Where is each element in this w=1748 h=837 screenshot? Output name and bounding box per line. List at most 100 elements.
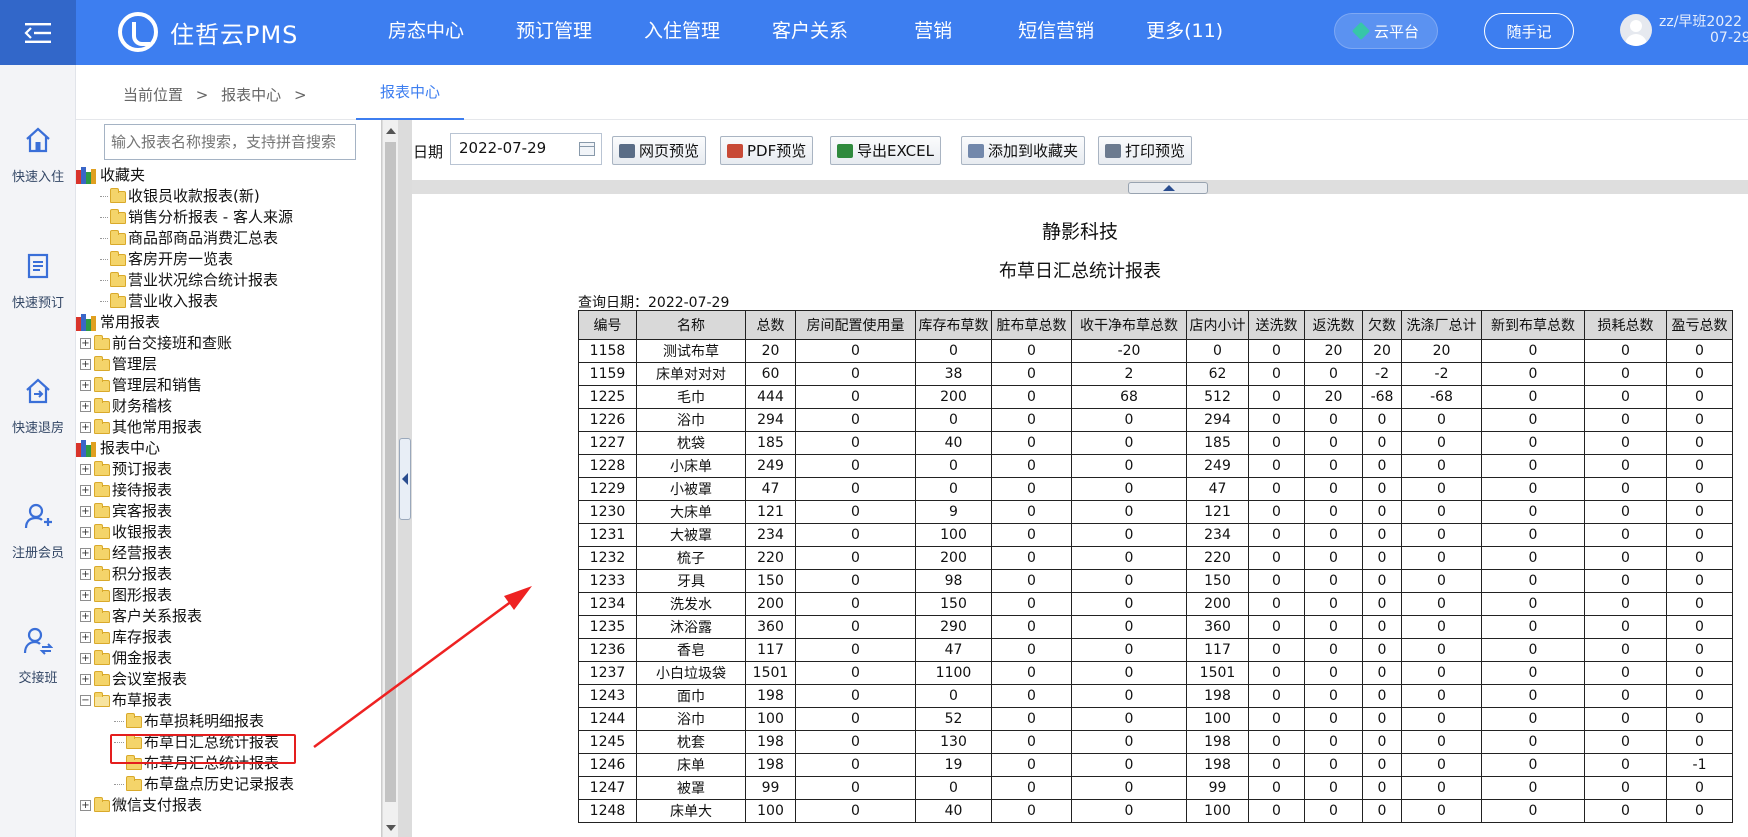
menu-toggle-button[interactable]	[0, 0, 76, 65]
tree-center-group[interactable]: + 预订报表	[80, 459, 172, 480]
expand-node-icon[interactable]: +	[80, 611, 91, 622]
tree-scrollbar[interactable]	[382, 120, 398, 837]
expand-node-icon[interactable]: +	[80, 464, 91, 475]
shift-handover-button[interactable]: 交接班	[0, 621, 76, 686]
quick-checkin-button[interactable]: 快速入住	[0, 120, 76, 185]
table-cell: 0	[795, 730, 916, 754]
scroll-down-icon[interactable]	[386, 825, 396, 831]
pdf-preview-button[interactable]: PDF预览	[720, 136, 814, 165]
tree-linen-item[interactable]: 布草盘点历史记录报表	[114, 774, 294, 795]
tree-center-group[interactable]: + 宾客报表	[80, 501, 172, 522]
tree-root-favorites[interactable]: 收藏夹	[76, 165, 145, 186]
nav-reservation[interactable]: 预订管理	[496, 0, 612, 65]
tree-favorite-item[interactable]: 营业收入报表	[100, 291, 218, 312]
tree-favorite-item[interactable]: 营业状况综合统计报表	[100, 270, 278, 291]
tree-center-group[interactable]: + 会议室报表	[80, 669, 187, 690]
expand-node-icon[interactable]: +	[80, 401, 91, 412]
table-cell: 浴巾	[636, 408, 746, 432]
top-bar: 住哲云PMS 房态中心 预订管理 入住管理 客户关系 营销 短信营销 更多(11…	[0, 0, 1748, 65]
table-row: 1233 牙具 150 0 98 0 0 150 0 0 0 0 0 0 0	[578, 569, 1733, 593]
calendar-icon[interactable]	[579, 142, 595, 156]
tree-favorite-item[interactable]: 收银员收款报表(新)	[100, 186, 260, 207]
avatar[interactable]	[1620, 14, 1652, 46]
collapse-up-icon[interactable]	[1128, 182, 1208, 194]
browser-icon	[619, 143, 635, 158]
export-excel-button[interactable]: 导出EXCEL	[830, 136, 941, 165]
expand-node-icon[interactable]: +	[80, 338, 91, 349]
expand-node-icon[interactable]: +	[80, 590, 91, 601]
table-cell: 0	[1304, 753, 1363, 777]
expand-node-icon[interactable]: +	[80, 800, 91, 811]
quick-checkout-button[interactable]: 快速退房	[0, 371, 76, 436]
table-cell: 0	[1401, 592, 1482, 616]
brand-logo[interactable]: 住哲云PMS	[118, 11, 298, 53]
expand-node-icon[interactable]: +	[80, 422, 91, 433]
expand-node-icon[interactable]: +	[80, 569, 91, 580]
nav-more[interactable]: 更多(11)	[1126, 0, 1243, 65]
tree-center-group[interactable]: + 微信支付报表	[80, 795, 202, 816]
tree-center-group[interactable]: + 接待报表	[80, 480, 172, 501]
nav-marketing[interactable]: 营销	[894, 0, 972, 65]
table-cell: 1225	[578, 385, 637, 409]
add-favorite-button[interactable]: 添加到收藏夹	[961, 136, 1086, 165]
nav-room-status[interactable]: 房态中心	[368, 0, 484, 65]
table-cell: 68	[1071, 385, 1187, 409]
expand-node-icon[interactable]: +	[80, 485, 91, 496]
tree-root-report-center[interactable]: 报表中心	[76, 438, 160, 459]
expand-node-icon[interactable]: +	[80, 632, 91, 643]
panel-splitter[interactable]	[398, 120, 412, 837]
tab-report-center[interactable]: 报表中心	[356, 65, 464, 120]
table-cell: 0	[1071, 799, 1187, 823]
quick-note-button[interactable]: 随手记	[1484, 13, 1574, 49]
user-shift[interactable]: zz/早班2022	[1659, 11, 1742, 31]
tree-group-label: 图形报表	[112, 586, 173, 604]
column-header: 损耗总数	[1584, 310, 1667, 340]
tree-root-common[interactable]: 常用报表	[76, 312, 160, 333]
tree-common-group[interactable]: + 管理层和销售	[80, 375, 202, 396]
expand-node-icon[interactable]: +	[80, 527, 91, 538]
expand-node-icon[interactable]: +	[80, 548, 91, 559]
scroll-up-icon[interactable]	[386, 128, 396, 134]
nav-sms[interactable]: 短信营销	[998, 0, 1114, 65]
tree-common-group[interactable]: + 财务稽核	[80, 396, 172, 417]
tree-common-group[interactable]: + 管理层	[80, 354, 157, 375]
expand-node-icon[interactable]: +	[80, 653, 91, 664]
table-cell: 0	[1304, 546, 1363, 570]
table-cell: 0	[1584, 454, 1667, 478]
tree-linen-group[interactable]: − 布草报表	[80, 690, 172, 711]
date-input[interactable]: 2022-07-29	[450, 133, 602, 165]
print-preview-button[interactable]: 打印预览	[1098, 136, 1193, 165]
tree-common-group[interactable]: + 前台交接班和查账	[80, 333, 232, 354]
tree-center-group[interactable]: + 库存报表	[80, 627, 172, 648]
expand-node-icon[interactable]: +	[80, 506, 91, 517]
tree-linen-item[interactable]: 布草损耗明细报表	[114, 711, 264, 732]
tree-favorite-item[interactable]: 销售分析报表 - 客人来源	[100, 207, 293, 228]
breadcrumb-report-center[interactable]: 报表中心	[221, 86, 281, 104]
register-member-button[interactable]: 注册会员	[0, 496, 76, 561]
table-cell: 0	[1401, 753, 1482, 777]
tree-center-group[interactable]: + 佣金报表	[80, 648, 172, 669]
tree-center-group[interactable]: + 经营报表	[80, 543, 172, 564]
nav-customer[interactable]: 客户关系	[752, 0, 868, 65]
tree-center-group[interactable]: + 客户关系报表	[80, 606, 202, 627]
scroll-thumb[interactable]	[385, 142, 396, 802]
tree-center-group[interactable]: + 图形报表	[80, 585, 172, 606]
quick-reserve-button[interactable]: 快速预订	[0, 246, 76, 311]
tree-favorite-item[interactable]: 客房开房一览表	[100, 249, 233, 270]
nav-checkin[interactable]: 入住管理	[624, 0, 740, 65]
table-cell: -68	[1362, 385, 1402, 409]
table-cell: 0	[1481, 385, 1585, 409]
expand-node-icon[interactable]: +	[80, 380, 91, 391]
breadcrumb: 当前位置 > 报表中心 >	[123, 84, 315, 105]
expand-node-icon[interactable]: +	[80, 359, 91, 370]
collapse-node-icon[interactable]: −	[80, 695, 91, 706]
cloud-platform-button[interactable]: 云平台	[1334, 13, 1438, 49]
tree-center-group[interactable]: + 收银报表	[80, 522, 172, 543]
tree-common-group[interactable]: + 其他常用报表	[80, 417, 202, 438]
report-search-input[interactable]	[104, 124, 356, 160]
tree-favorite-item[interactable]: 商品部商品消费汇总表	[100, 228, 278, 249]
tree-center-group[interactable]: + 积分报表	[80, 564, 172, 585]
web-preview-button[interactable]: 网页预览	[612, 136, 707, 165]
expand-node-icon[interactable]: +	[80, 674, 91, 685]
collapse-left-icon[interactable]	[399, 438, 411, 520]
